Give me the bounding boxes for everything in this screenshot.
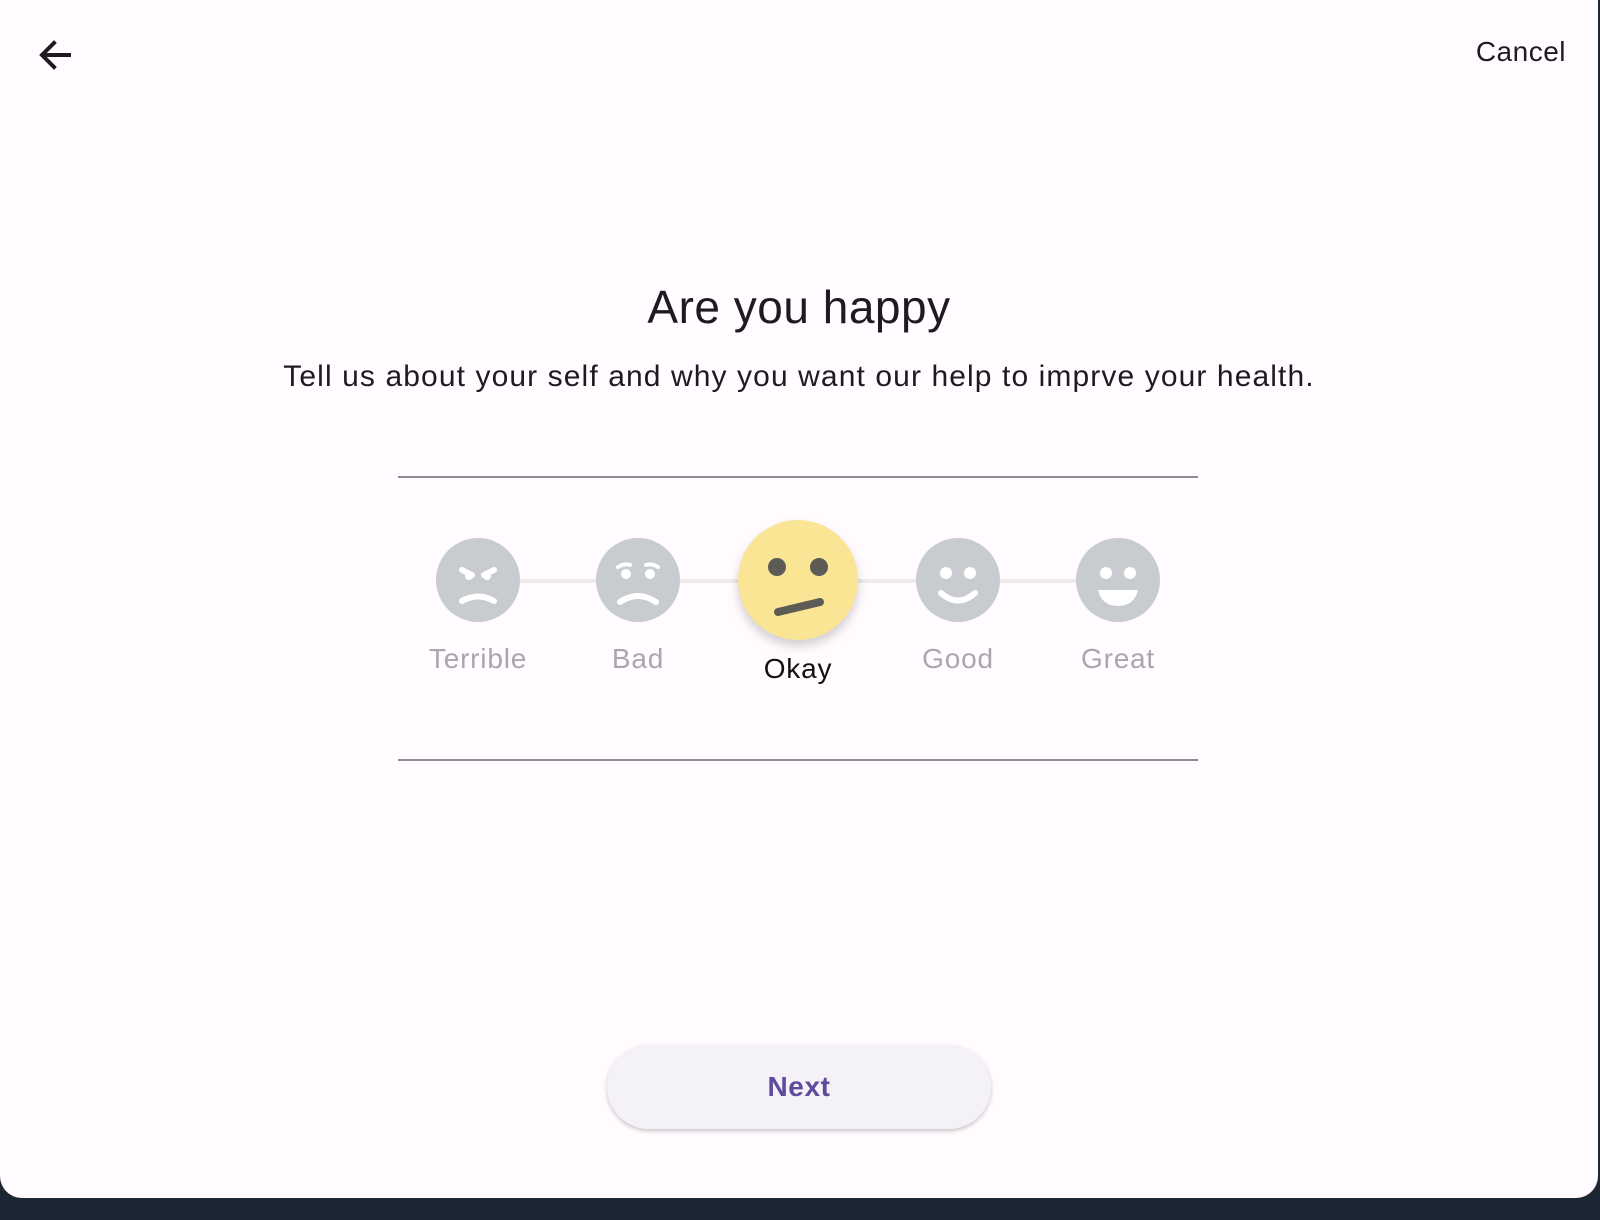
page-title: Are you happy — [647, 281, 951, 333]
rating-label: Okay — [763, 653, 833, 684]
app-window: Cancel Are you happy Tell us about your … — [0, 0, 1598, 1198]
cancel-button[interactable]: Cancel — [1476, 36, 1566, 68]
rating-option-bad[interactable]: Bad — [558, 478, 718, 718]
rating-label: Terrible — [428, 643, 528, 674]
arrow-left-icon — [39, 40, 71, 70]
rating-label: Great — [1080, 643, 1156, 674]
okay-face-icon — [738, 520, 858, 640]
rating-option-great[interactable]: Great — [1038, 478, 1198, 718]
mood-rating-selector: Terrible Bad Okay Good Great — [398, 478, 1198, 758]
great-face-icon — [1076, 538, 1160, 622]
back-button[interactable] — [30, 30, 80, 80]
good-face-icon — [916, 538, 1000, 622]
rating-option-good[interactable]: Good — [878, 478, 1038, 718]
next-button[interactable]: Next — [607, 1045, 991, 1129]
rating-option-terrible[interactable]: Terrible — [398, 478, 558, 718]
bottom-divider — [398, 759, 1198, 761]
page-subtitle: Tell us about your self and why you want… — [283, 360, 1315, 393]
rating-option-okay[interactable]: Okay — [718, 478, 878, 718]
terrible-face-icon — [436, 538, 520, 622]
rating-label: Bad — [611, 643, 665, 674]
rating-label: Good — [922, 643, 994, 674]
bad-face-icon — [596, 538, 680, 622]
